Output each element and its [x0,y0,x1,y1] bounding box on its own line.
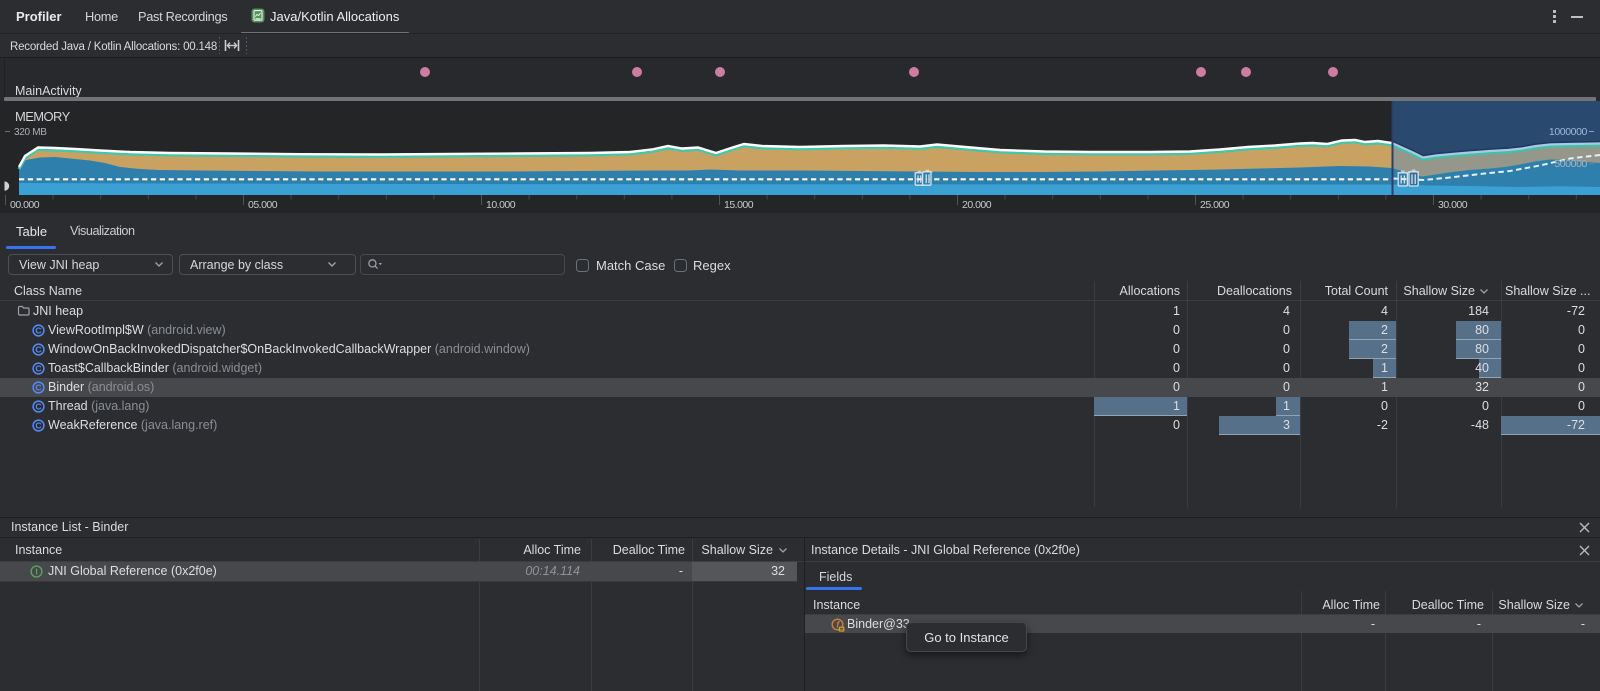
svg-text:I: I [35,567,37,577]
svg-text:C: C [35,326,41,336]
svg-text:C: C [35,402,41,412]
svg-text:C: C [35,364,41,374]
svg-text:C: C [35,383,41,393]
svg-text:C: C [35,421,41,431]
svg-text:C: C [35,345,41,355]
